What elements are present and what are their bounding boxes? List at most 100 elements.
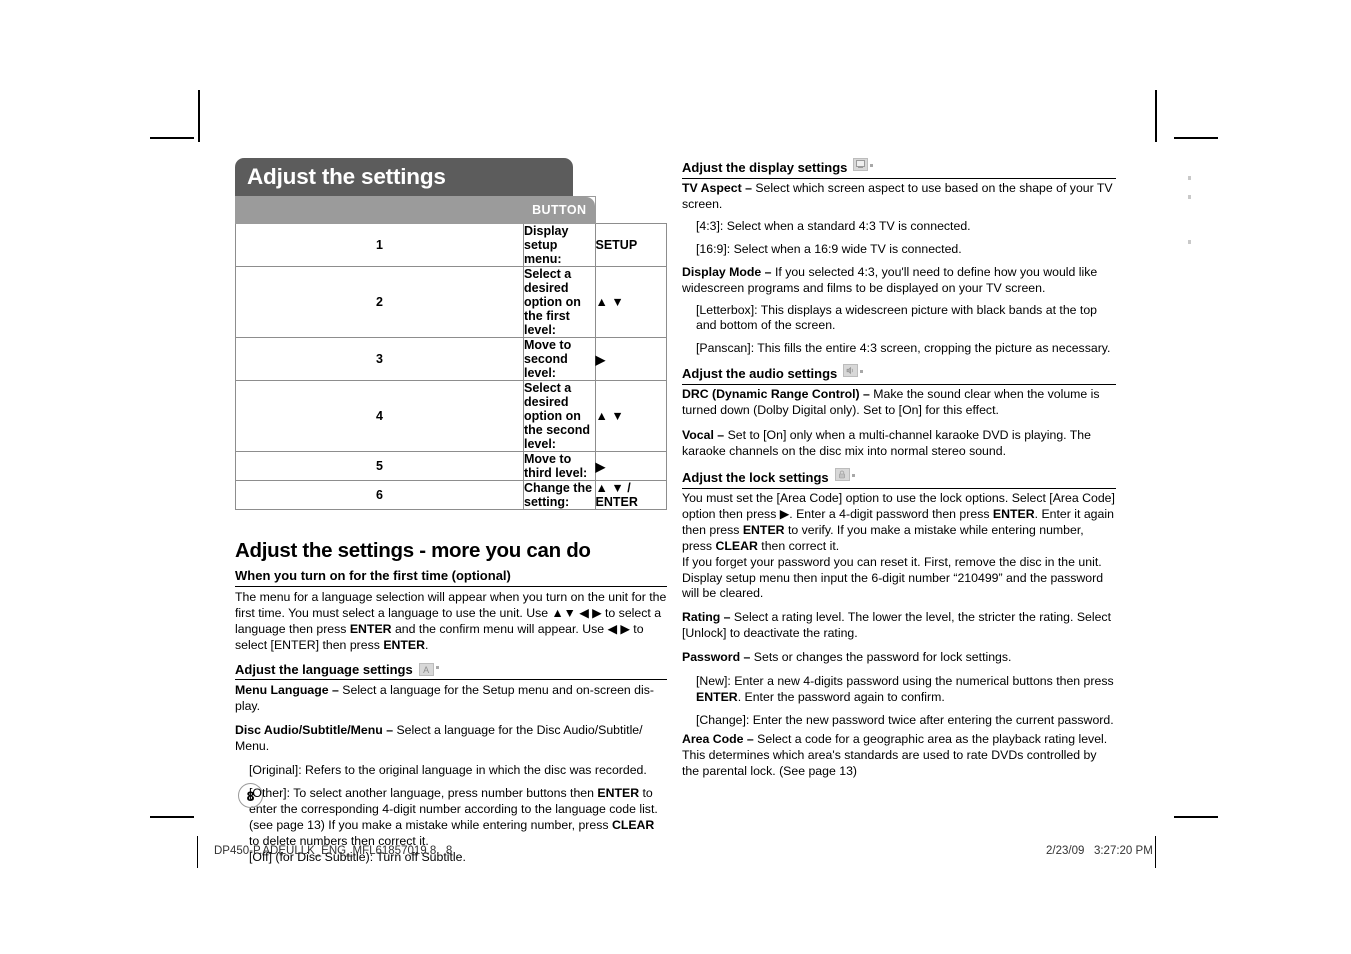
padlock-glyph	[839, 470, 846, 479]
row-number: 4	[235, 380, 524, 452]
row-number: 3	[235, 337, 524, 381]
item-aspect-16-9: [16:9]: Select when a 16:9 wide TV is co…	[696, 241, 962, 256]
row-description: Select a desired option on the first lev…	[523, 266, 596, 338]
text-run: Set to [On] only when a multi-channel ka…	[682, 428, 1091, 458]
paragraph-rating: Rating – Select a rating level. The lowe…	[682, 610, 1116, 642]
badge-tick-icon	[860, 370, 864, 374]
table-row: 4 Select a desired option on the second …	[235, 380, 667, 452]
term-vocal: Vocal –	[682, 428, 725, 443]
display-monitor-icon	[853, 158, 869, 171]
term-drc: DRC (Dynamic Range Control) –	[682, 387, 870, 402]
item-aspect-4-3: [4:3]: Select when a standard 4:3 TV is …	[696, 218, 971, 233]
heading-display-settings: Adjust the display settings	[682, 158, 1116, 179]
table-header-blank	[235, 196, 524, 224]
row-description: Display setup menu:	[523, 223, 596, 267]
settings-steps-table: BUTTON 1 Display setup menu: SETUP 2 Sel…	[235, 196, 667, 510]
settings-banner: Adjust the settings	[235, 158, 573, 196]
paragraph-drc: DRC (Dynamic Range Control) – Make the s…	[682, 387, 1116, 419]
audio-icon	[843, 364, 859, 378]
key-enter: ENTER	[742, 522, 785, 537]
row-description: Move to second level:	[523, 337, 596, 381]
badge-tick-icon	[851, 473, 855, 477]
row-number: 6	[235, 480, 524, 510]
key-enter: ENTER	[383, 637, 425, 652]
row-button: ▶	[594, 337, 667, 381]
heading-label: Adjust the language settings	[235, 661, 413, 677]
row-number: 1	[235, 223, 524, 267]
table-header-row: BUTTON	[235, 196, 667, 224]
row-button: ▶	[594, 451, 667, 481]
page-number-badge: 8	[238, 783, 263, 808]
heading-label: Adjust the display settings	[682, 160, 848, 175]
key-enter: ENTER	[597, 786, 640, 801]
key-enter: ENTER	[696, 690, 738, 705]
badge-tick-icon	[435, 665, 439, 669]
term-area-code: Area Code –	[682, 732, 754, 747]
row-number: 2	[235, 266, 524, 338]
paragraph-vocal: Vocal – Set to [On] only when a multi-ch…	[682, 428, 1116, 460]
arrow-glyphs: ▲▼ ◀ ▶	[551, 605, 602, 620]
heading-audio-settings: Adjust the audio settings	[682, 364, 1116, 386]
text-run: . Enter the password again to confirm.	[737, 690, 945, 705]
paragraph-area-code: Area Code – Select a code for a geograph…	[682, 732, 1116, 780]
settings-banner-wrap: Adjust the settings	[235, 158, 667, 196]
row-button: SETUP	[594, 223, 667, 267]
arrow-glyphs: ◀ ▶	[607, 621, 630, 636]
text-run: . Enter a 4-digit password then press	[789, 506, 993, 521]
footer-filename: DP450-P.ADEULLK_ENG_MFL61857019.8 8	[214, 845, 453, 857]
badge-tick-icon	[870, 164, 874, 167]
text-run: [Other]: To select another language, pre…	[249, 786, 598, 801]
page-title: Adjust the settings	[247, 163, 446, 189]
paragraph-tv-aspect: TV Aspect – Select which screen aspect t…	[682, 181, 1116, 213]
text-run: .	[425, 637, 429, 652]
heading-label: Adjust the audio settings	[682, 366, 838, 382]
footer-timestamp: 2/23/09 3:27:20 PM	[1046, 845, 1153, 857]
footer-rule-left	[197, 836, 198, 868]
term-tv-aspect: TV Aspect –	[682, 180, 752, 195]
term-menu-language: Menu Language –	[235, 683, 339, 698]
row-description: Change the setting:	[523, 480, 596, 510]
language-icon: A	[418, 662, 434, 676]
key-enter: ENTER	[349, 621, 392, 636]
table-row: 1 Display setup menu: SETUP	[235, 223, 667, 267]
table-row: 6 Change the setting: ▲ ▼ / ENTER	[235, 480, 667, 510]
term-display-mode: Display Mode –	[682, 264, 772, 279]
arrow-right-glyph: ▶	[779, 506, 790, 521]
key-clear: CLEAR	[715, 538, 758, 553]
paragraph-password-reset: If you forget your password you can rese…	[682, 554, 1104, 601]
paragraph-first-time: The menu for a language selection will a…	[235, 590, 667, 654]
monitor-glyph	[856, 160, 866, 168]
paragraph-lock-intro: You must set the [Area Code] option to u…	[682, 491, 1116, 555]
key-enter: ENTER	[992, 506, 1035, 521]
row-description: Move to third level:	[523, 451, 596, 481]
paragraph-display-mode: Display Mode – If you selected 4:3, you'…	[682, 265, 1116, 297]
paragraph-disc-audio: Disc Audio/Subtitle/Menu – Select a lang…	[235, 723, 667, 755]
heading-first-time: When you turn on for the first time (opt…	[235, 568, 667, 587]
text-run: and the confirm menu will appear. Use	[391, 621, 608, 636]
paragraph-password: Password – Sets or changes the password …	[682, 650, 1116, 666]
table-row: 3 Move to second level: ▶	[235, 337, 667, 381]
heading-lock-settings: Adjust the lock settings	[682, 467, 1116, 489]
term-disc-audio: Disc Audio/Subtitle/Menu –	[235, 723, 394, 738]
item-change-password: [Change]: Enter the new password twice a…	[696, 713, 1114, 728]
item-letterbox: [Letterbox]: This displays a widescreen …	[696, 302, 1098, 333]
section-title-more-you-can-do: Adjust the settings - more you can do	[235, 539, 591, 562]
text-run: then correct it.	[757, 538, 840, 553]
table-row: 2 Select a desired option on the first l…	[235, 266, 667, 338]
lock-icon	[834, 467, 850, 481]
text-run: [New]: Enter a new 4-digits password usi…	[696, 674, 1114, 689]
term-password: Password –	[682, 650, 751, 665]
item-other: [Other]: To select another language, pre…	[235, 786, 667, 850]
item-original: [Original]: Refers to the original langu…	[249, 763, 647, 778]
item-new-password: [New]: Enter a new 4-digits password usi…	[682, 674, 1116, 706]
text-run: Sets or changes the password for lock se…	[750, 650, 1012, 665]
heading-language-settings: Adjust the language settings A	[235, 662, 667, 681]
heading-label: Adjust the lock settings	[682, 469, 829, 485]
speaker-glyph	[846, 367, 854, 375]
key-clear: CLEAR	[611, 818, 655, 833]
term-rating: Rating –	[682, 610, 731, 625]
text-run: Select a rating level. The lower the lev…	[682, 610, 1111, 641]
row-description: Select a desired option on the second le…	[523, 380, 596, 452]
row-button: ▲ ▼	[594, 266, 667, 338]
row-number: 5	[235, 451, 524, 481]
